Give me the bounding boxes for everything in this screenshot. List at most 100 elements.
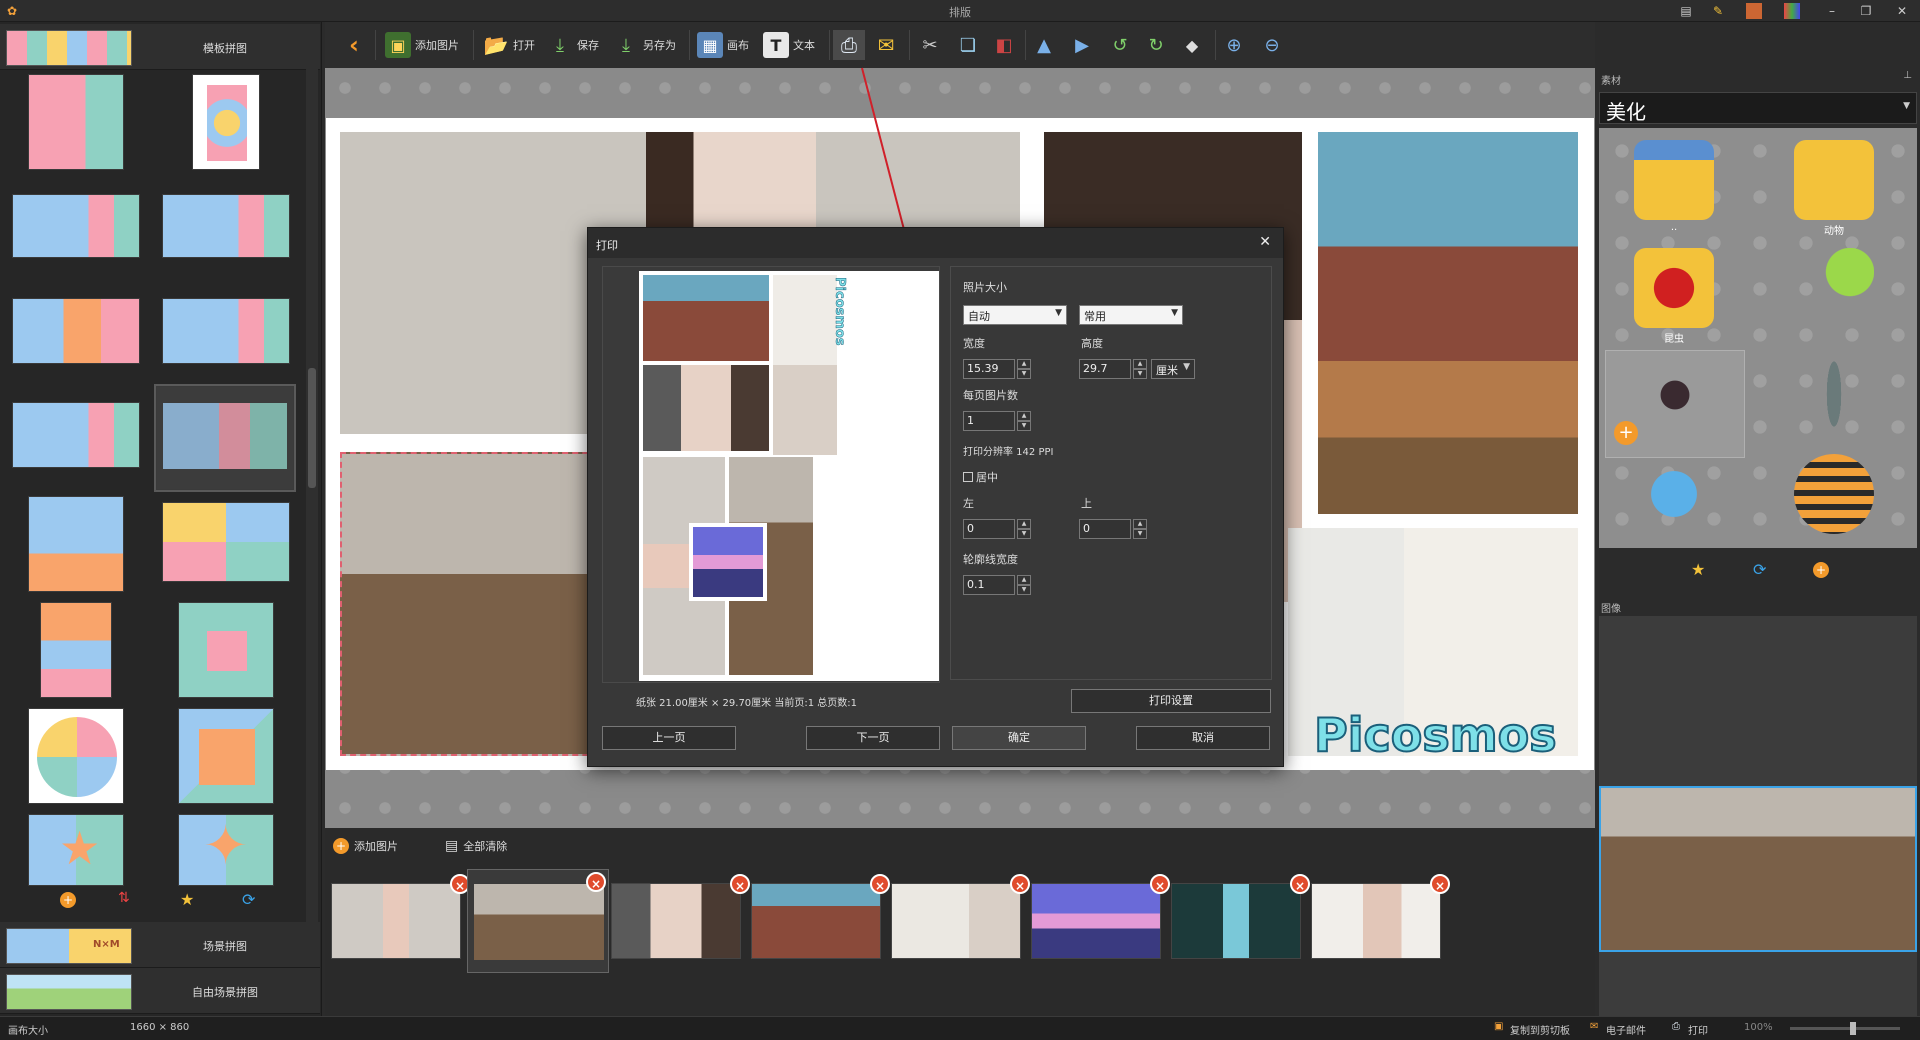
email-status-button[interactable]: 电子邮件	[1606, 1022, 1646, 1037]
spin-down-icon[interactable]: ▼	[1017, 369, 1031, 379]
copy-clipboard-button[interactable]: 复制到剪切板	[1510, 1022, 1570, 1037]
spin-up-icon[interactable]: ▲	[1017, 411, 1031, 421]
favorite-material-icon[interactable]: ★	[1691, 560, 1705, 579]
strip-thumb[interactable]: ×	[331, 874, 470, 959]
template-item[interactable]: ✦	[178, 814, 274, 886]
template-item[interactable]	[12, 298, 140, 364]
delete-thumb-icon[interactable]: ×	[730, 874, 750, 894]
rotate-right-button[interactable]: ↻	[1143, 30, 1169, 60]
width-input[interactable]: 15.39	[963, 359, 1015, 379]
material-item[interactable]	[1769, 450, 1899, 560]
height-spinner[interactable]: 29.7 ▲ ▼	[1079, 359, 1147, 379]
open-button[interactable]: 📂 打开	[483, 30, 535, 60]
spin-up-icon[interactable]: ▲	[1133, 359, 1147, 369]
copy-button[interactable]: ❏	[955, 30, 981, 60]
delete-thumb-icon[interactable]: ×	[1150, 874, 1170, 894]
template-item[interactable]	[178, 708, 274, 804]
left-spinner[interactable]: 0 ▲ ▼	[963, 519, 1031, 539]
template-item[interactable]: ★	[28, 814, 124, 886]
pencil-icon[interactable]: ✎	[1710, 3, 1726, 19]
delete-thumb-icon[interactable]: ×	[1430, 874, 1450, 894]
skin-icon[interactable]	[1746, 3, 1762, 19]
per-page-input[interactable]: 1	[963, 411, 1015, 431]
text-button[interactable]: T 文本	[763, 30, 815, 60]
spin-down-icon[interactable]: ▼	[1017, 529, 1031, 539]
size-preset-select[interactable]: 常用 ▼	[1079, 305, 1183, 325]
top-input[interactable]: 0	[1079, 519, 1131, 539]
notes-icon[interactable]: ▤	[1678, 3, 1694, 19]
spin-down-icon[interactable]: ▼	[1017, 585, 1031, 595]
save-as-button[interactable]: ⤓ 另存为	[613, 30, 676, 60]
cancel-button[interactable]: 取消	[1136, 726, 1270, 750]
template-item[interactable]	[192, 74, 260, 170]
eraser-button[interactable]: ◆	[1179, 30, 1205, 60]
category-scene[interactable]: N×M 场景拼图	[0, 922, 320, 968]
delete-thumb-icon[interactable]: ×	[586, 872, 606, 892]
strip-thumb[interactable]: ×	[1031, 874, 1170, 959]
outline-input[interactable]: 0.1	[963, 575, 1015, 595]
material-item-selected[interactable]: +	[1605, 350, 1745, 458]
refresh-icon[interactable]: ⟳	[242, 890, 255, 909]
spin-up-icon[interactable]: ▲	[1017, 575, 1031, 585]
zoom-in-button[interactable]: ⊕	[1221, 30, 1247, 60]
template-item[interactable]	[162, 298, 290, 364]
rotate-left-button[interactable]: ↺	[1107, 30, 1133, 60]
center-checkbox[interactable]: 居中	[963, 469, 998, 485]
sort-az-icon[interactable]: ⇅	[118, 890, 130, 906]
canvas-button[interactable]: ▦ 画布	[697, 30, 749, 60]
add-material-icon[interactable]: +	[1614, 421, 1638, 445]
strip-thumb[interactable]: ×	[751, 874, 890, 959]
paste-button[interactable]: ◧	[991, 30, 1017, 60]
print-settings-button[interactable]: 打印设置	[1071, 689, 1271, 713]
template-item[interactable]	[40, 602, 112, 698]
strip-thumb-selected[interactable]: ×	[467, 869, 609, 973]
print-button[interactable]: ⎙	[833, 30, 865, 60]
outline-spinner[interactable]: 0.1 ▲ ▼	[963, 575, 1031, 595]
category-free-scene[interactable]: 自由场景拼图	[0, 968, 320, 1014]
flip-vertical-button[interactable]: ▲	[1031, 30, 1057, 60]
ok-button[interactable]: 确定	[952, 726, 1086, 750]
strip-thumb[interactable]: ×	[611, 874, 750, 959]
material-item[interactable]: ..	[1609, 136, 1739, 246]
template-item[interactable]	[28, 708, 124, 804]
dialog-close-icon[interactable]: ✕	[1259, 234, 1271, 250]
pin-icon[interactable]: ⊥	[1903, 70, 1912, 81]
spin-down-icon[interactable]: ▼	[1017, 421, 1031, 431]
height-input[interactable]: 29.7	[1079, 359, 1131, 379]
delete-thumb-icon[interactable]: ×	[1010, 874, 1030, 894]
email-button[interactable]: ✉	[873, 30, 899, 60]
minimize-icon[interactable]: –	[1824, 3, 1840, 19]
zoom-slider-handle[interactable]	[1850, 1022, 1856, 1035]
save-button[interactable]: ⤓ 保存	[547, 30, 599, 60]
category-template[interactable]: 模板拼图	[0, 24, 320, 70]
photo-street-scene[interactable]	[1318, 132, 1578, 514]
spin-up-icon[interactable]: ▲	[1133, 519, 1147, 529]
top-spinner[interactable]: 0 ▲ ▼	[1079, 519, 1147, 539]
next-page-button[interactable]: 下一页	[806, 726, 940, 750]
template-item[interactable]	[178, 602, 274, 698]
delete-thumb-icon[interactable]: ×	[870, 874, 890, 894]
cut-button[interactable]: ✂	[917, 30, 943, 60]
template-item[interactable]	[162, 194, 290, 258]
restore-icon[interactable]: ❐	[1858, 3, 1874, 19]
zoom-slider[interactable]	[1790, 1022, 1900, 1035]
favorite-star-icon[interactable]: ★	[180, 890, 194, 909]
unit-select[interactable]: 厘米 ▼	[1151, 359, 1195, 379]
checkbox-icon[interactable]	[963, 472, 973, 482]
image-preview[interactable]	[1599, 786, 1917, 952]
template-item[interactable]	[28, 74, 124, 170]
spin-down-icon[interactable]: ▼	[1133, 529, 1147, 539]
prev-page-button[interactable]: 上一页	[602, 726, 736, 750]
palette-icon[interactable]	[1784, 3, 1800, 19]
close-icon[interactable]: ✕	[1894, 3, 1910, 19]
strip-add-image-button[interactable]: + 添加图片	[333, 838, 398, 854]
refresh-materials-icon[interactable]: ⟳	[1753, 560, 1766, 579]
template-item[interactable]	[12, 402, 140, 468]
material-item[interactable]	[1769, 350, 1899, 460]
clear-all-button[interactable]: ▤ 全部清除	[445, 838, 507, 854]
flip-horizontal-button[interactable]: ▶	[1069, 30, 1095, 60]
left-input[interactable]: 0	[963, 519, 1015, 539]
add-image-button[interactable]: ▣ 添加图片	[385, 30, 459, 60]
material-item[interactable]: 昆虫	[1609, 244, 1739, 354]
material-item[interactable]	[1609, 450, 1739, 560]
